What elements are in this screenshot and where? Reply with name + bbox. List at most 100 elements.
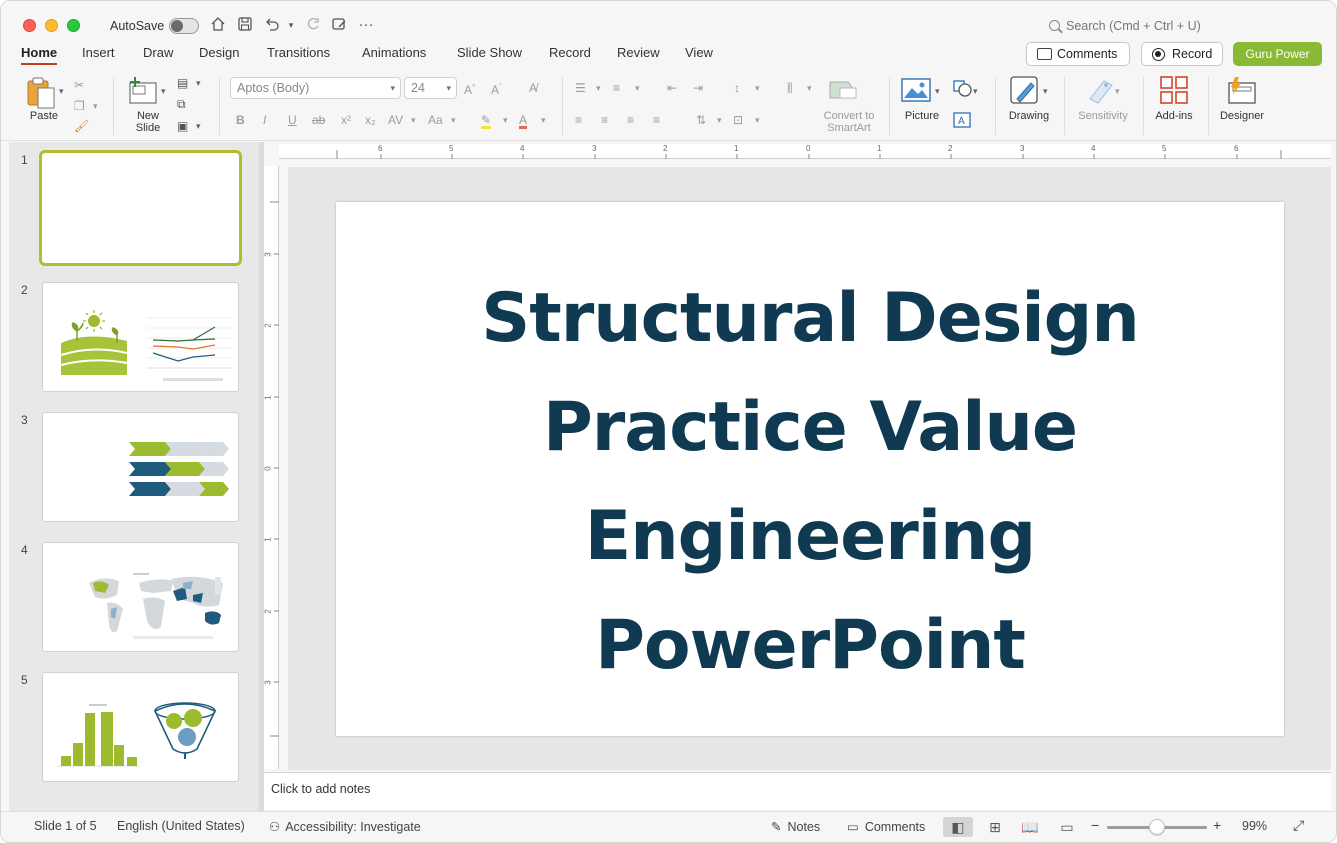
line-spacing-icon[interactable]: ↕ bbox=[734, 80, 740, 96]
clear-formatting-icon[interactable]: A̸ bbox=[529, 80, 537, 96]
align-left-icon[interactable]: ≡ bbox=[575, 112, 582, 128]
format-painter-icon[interactable]: 🖌 bbox=[74, 118, 89, 134]
line-spacing-dropdown-icon[interactable]: ▾ bbox=[755, 80, 760, 96]
strikethrough-icon[interactable]: ab bbox=[312, 112, 325, 128]
align-right-icon[interactable]: ≡ bbox=[627, 112, 634, 128]
tab-transitions[interactable]: Transitions bbox=[267, 45, 330, 60]
comments-button[interactable]: Comments bbox=[1026, 42, 1130, 66]
tab-home[interactable]: Home bbox=[21, 45, 58, 65]
fit-to-window-icon[interactable]: ⤢ bbox=[1293, 817, 1304, 834]
change-case-dropdown-icon[interactable]: ▾ bbox=[451, 112, 456, 128]
slide-thumbnail-1[interactable] bbox=[39, 150, 242, 266]
current-slide[interactable]: Structural Design Practice Value Enginee… bbox=[336, 202, 1284, 736]
reading-view-icon[interactable]: 📖 bbox=[1015, 817, 1045, 837]
columns-icon[interactable]: ⫼ bbox=[787, 80, 793, 96]
tab-insert[interactable]: Insert bbox=[82, 45, 115, 60]
bullets-icon[interactable]: ☰ bbox=[575, 80, 586, 96]
shapes-dropdown-icon[interactable]: ▾ bbox=[973, 83, 978, 99]
save-icon[interactable] bbox=[235, 16, 255, 34]
autosave-toggle[interactable] bbox=[169, 18, 199, 34]
notes-pane[interactable]: Click to add notes bbox=[264, 772, 1331, 810]
addins-button[interactable] bbox=[1159, 75, 1189, 110]
new-slide-button[interactable] bbox=[127, 75, 159, 112]
undo-dropdown-icon[interactable]: ▾ bbox=[281, 16, 301, 34]
character-spacing-icon[interactable]: AV bbox=[388, 112, 403, 128]
tab-record[interactable]: Record bbox=[549, 45, 591, 60]
bold-icon[interactable]: B bbox=[236, 112, 245, 128]
zoom-in-icon[interactable]: + bbox=[1213, 817, 1221, 833]
font-size-select[interactable]: 24 ▾ bbox=[404, 77, 457, 99]
home-icon[interactable] bbox=[208, 16, 228, 34]
normal-view-icon[interactable]: ◧ bbox=[943, 817, 973, 837]
picture-dropdown-icon[interactable]: ▾ bbox=[935, 83, 940, 99]
numbering-icon[interactable]: ≡ bbox=[613, 80, 620, 96]
slide-show-view-icon[interactable]: ▭ bbox=[1052, 817, 1082, 837]
search-box[interactable]: Search (Cmd + Ctrl + U) bbox=[1049, 19, 1201, 33]
text-direction-icon[interactable]: ⇅ bbox=[696, 112, 706, 128]
sensitivity-dropdown-icon[interactable]: ▾ bbox=[1115, 83, 1120, 99]
align-text-dropdown-icon[interactable]: ▾ bbox=[755, 112, 760, 128]
notes-toggle[interactable]: ✎ Notes bbox=[771, 819, 820, 834]
font-color-icon[interactable]: A bbox=[519, 112, 528, 129]
language-status[interactable]: English (United States) bbox=[117, 819, 245, 833]
font-color-dropdown-icon[interactable]: ▾ bbox=[541, 112, 546, 128]
reset-icon[interactable]: ⧉ bbox=[177, 96, 186, 112]
slide-thumbnail-4[interactable] bbox=[42, 542, 239, 652]
highlight-icon[interactable]: ✎ bbox=[481, 112, 492, 129]
paste-dropdown-icon[interactable]: ▾ bbox=[59, 83, 64, 99]
zoom-slider-handle[interactable] bbox=[1149, 819, 1165, 835]
designer-button[interactable] bbox=[1225, 75, 1257, 110]
more-options-icon[interactable]: ··· bbox=[356, 16, 376, 34]
guru-power-button[interactable]: Guru Power bbox=[1233, 42, 1322, 66]
shrink-font-icon[interactable]: Aˇ bbox=[491, 80, 501, 98]
numbering-dropdown-icon[interactable]: ▾ bbox=[635, 80, 640, 96]
drawing-dropdown-icon[interactable]: ▾ bbox=[1043, 83, 1048, 99]
sensitivity-button[interactable] bbox=[1086, 75, 1116, 110]
cut-icon[interactable]: ✂ bbox=[74, 77, 84, 93]
quick-access-icon[interactable] bbox=[329, 16, 349, 34]
italic-icon[interactable]: I bbox=[263, 112, 266, 128]
slide-thumbnail-2[interactable] bbox=[42, 282, 239, 392]
redo-icon[interactable] bbox=[303, 16, 323, 34]
convert-smartart-button[interactable] bbox=[828, 78, 860, 107]
decrease-indent-icon[interactable]: ⇤ bbox=[667, 80, 677, 96]
align-text-icon[interactable]: ⊡ bbox=[733, 112, 743, 128]
zoom-out-icon[interactable]: − bbox=[1091, 817, 1099, 833]
layout-icon[interactable]: ▤ bbox=[177, 75, 188, 91]
text-direction-dropdown-icon[interactable]: ▾ bbox=[717, 112, 722, 128]
tab-view[interactable]: View bbox=[685, 45, 713, 60]
justify-icon[interactable]: ≡ bbox=[653, 112, 660, 128]
slide-thumbnail-3[interactable] bbox=[42, 412, 239, 522]
align-center-icon[interactable]: ≡ bbox=[601, 112, 608, 128]
tab-review[interactable]: Review bbox=[617, 45, 660, 60]
textbox-button[interactable]: A bbox=[953, 112, 971, 133]
superscript-icon[interactable]: x² bbox=[341, 112, 351, 128]
minimize-window-button[interactable] bbox=[45, 19, 58, 32]
change-case-icon[interactable]: Aa bbox=[428, 112, 443, 128]
section-dropdown-icon[interactable]: ▾ bbox=[196, 118, 201, 134]
slide-sorter-icon[interactable]: ⊞ bbox=[980, 817, 1010, 837]
close-window-button[interactable] bbox=[23, 19, 36, 32]
tab-animations[interactable]: Animations bbox=[362, 45, 426, 60]
undo-icon[interactable] bbox=[262, 16, 282, 34]
tab-slide-show[interactable]: Slide Show bbox=[457, 45, 522, 60]
copy-icon[interactable]: ❐ bbox=[74, 98, 85, 114]
underline-icon[interactable]: U bbox=[288, 112, 297, 128]
highlight-dropdown-icon[interactable]: ▾ bbox=[503, 112, 508, 128]
shapes-button[interactable] bbox=[953, 80, 973, 103]
slide-title[interactable]: Structural Design Practice Value Enginee… bbox=[336, 264, 1284, 700]
new-slide-dropdown-icon[interactable]: ▾ bbox=[161, 83, 166, 99]
zoom-level[interactable]: 99% bbox=[1242, 819, 1267, 833]
increase-indent-icon[interactable]: ⇥ bbox=[693, 80, 703, 96]
record-button[interactable]: Record bbox=[1141, 42, 1223, 66]
subscript-icon[interactable]: x₂ bbox=[365, 112, 376, 128]
slide-thumbnail-5[interactable] bbox=[42, 672, 239, 782]
font-name-select[interactable]: Aptos (Body) ▾ bbox=[230, 77, 401, 99]
tab-design[interactable]: Design bbox=[199, 45, 239, 60]
layout-dropdown-icon[interactable]: ▾ bbox=[196, 75, 201, 91]
grow-font-icon[interactable]: A^ bbox=[464, 80, 475, 98]
zoom-window-button[interactable] bbox=[67, 19, 80, 32]
picture-button[interactable] bbox=[901, 78, 931, 107]
accessibility-status[interactable]: ⚇ Accessibility: Investigate bbox=[269, 819, 421, 834]
section-icon[interactable]: ▣ bbox=[177, 118, 188, 134]
